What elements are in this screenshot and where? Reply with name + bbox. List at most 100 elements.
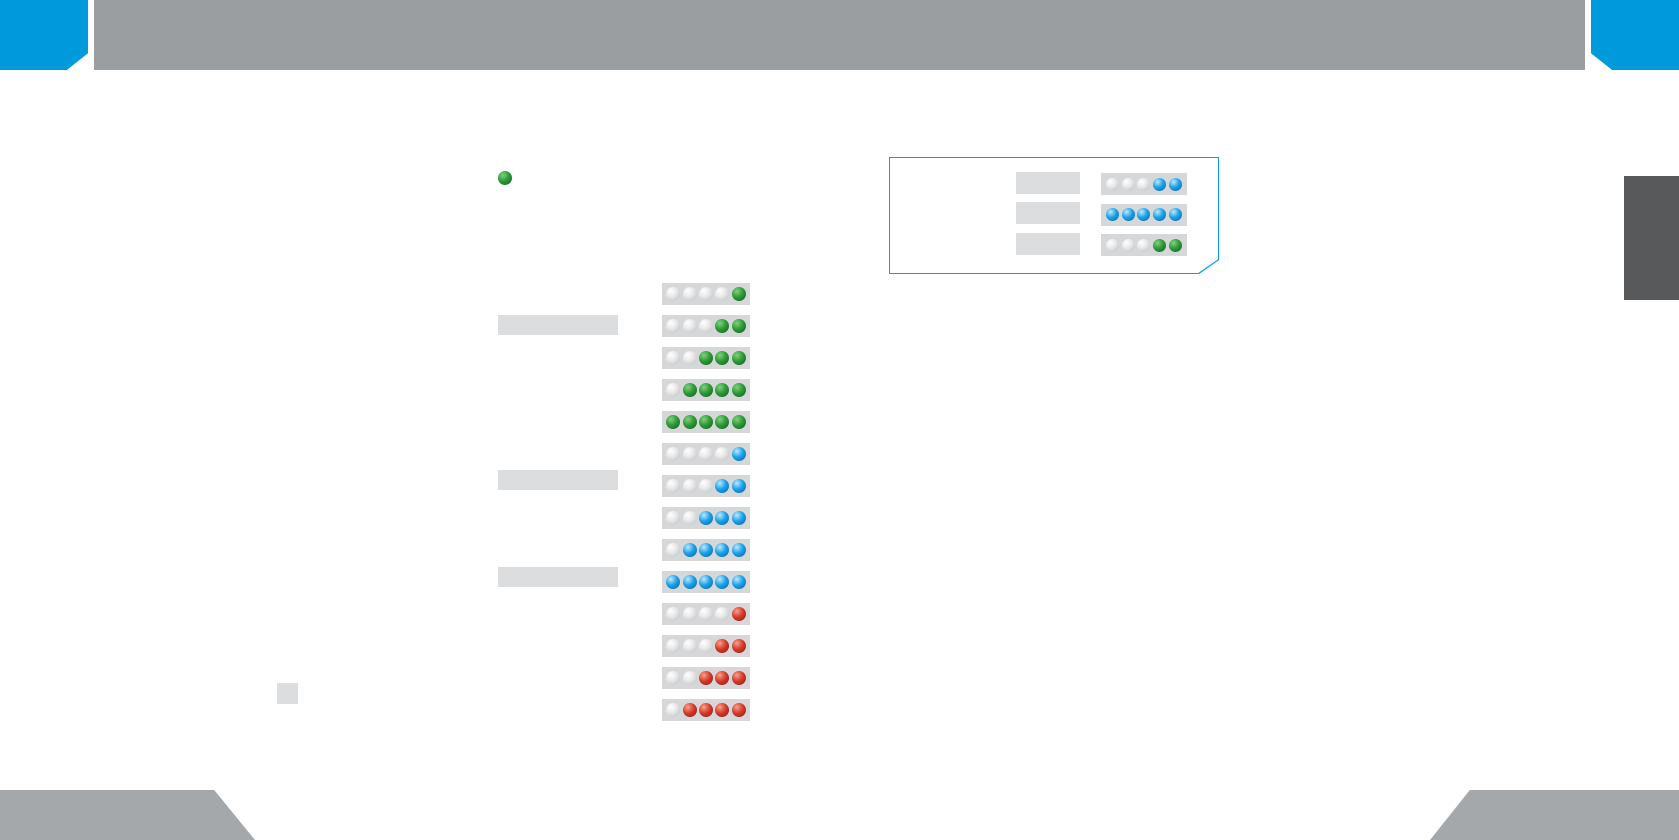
off-led-icon <box>698 447 713 461</box>
off-led-icon <box>715 447 730 461</box>
green-led-icon <box>715 351 730 365</box>
led-strip-green-5 <box>662 411 750 433</box>
led-strip-blue-2 <box>662 475 750 497</box>
blue-led-icon <box>715 575 730 589</box>
blue-led-icon <box>1105 208 1119 221</box>
off-led-icon <box>1137 177 1151 191</box>
green-led-icon <box>1169 238 1183 252</box>
green-led-icon <box>1153 238 1167 252</box>
led-strip-blue-4 <box>662 539 750 561</box>
green-led-icon <box>682 415 697 429</box>
off-led-icon <box>666 671 681 685</box>
blue-led-icon <box>682 543 697 557</box>
off-led-icon <box>698 639 713 653</box>
green-led-icon <box>698 415 713 429</box>
blue-led-icon <box>731 479 746 493</box>
header-corner-tab-left <box>0 0 88 70</box>
note-square <box>277 683 298 704</box>
red-led-icon <box>731 607 746 621</box>
green-led-icon <box>498 171 512 185</box>
green-led-icon <box>731 383 746 397</box>
off-led-icon <box>666 287 681 301</box>
red-led-icon <box>715 703 730 717</box>
led-strip-red-3 <box>662 667 750 689</box>
red-led-icon <box>682 703 697 717</box>
off-led-icon <box>1121 177 1135 191</box>
off-led-icon <box>666 479 681 493</box>
off-led-icon <box>682 351 697 365</box>
off-led-icon <box>682 447 697 461</box>
green-led-icon <box>731 319 746 333</box>
off-led-icon <box>666 511 681 525</box>
led-strip-green-3 <box>662 347 750 369</box>
label-bar-blue-group <box>498 470 618 490</box>
footer-shape-left <box>0 790 255 840</box>
blue-led-icon <box>715 511 730 525</box>
off-led-icon <box>682 319 697 333</box>
off-led-icon <box>666 351 681 365</box>
off-led-icon <box>666 447 681 461</box>
led-strip-red-1 <box>662 603 750 625</box>
green-led-icon <box>731 351 746 365</box>
green-led-icon <box>715 415 730 429</box>
info-label-bar-3 <box>1016 233 1080 255</box>
label-bar-green-group <box>498 315 618 335</box>
green-led-icon <box>698 383 713 397</box>
blue-led-icon <box>698 575 713 589</box>
header-corner-tab-right <box>1591 0 1679 70</box>
green-led-icon <box>698 351 713 365</box>
green-led-icon <box>715 319 730 333</box>
blue-led-icon <box>698 511 713 525</box>
led-strip-green-2 <box>1101 234 1187 256</box>
off-led-icon <box>698 479 713 493</box>
blue-led-icon <box>1137 208 1151 221</box>
red-led-icon <box>698 703 713 717</box>
blue-led-icon <box>731 575 746 589</box>
blue-led-icon <box>1169 177 1183 191</box>
section-thumb-tab <box>1624 176 1679 300</box>
header-bar <box>94 0 1585 70</box>
off-led-icon <box>715 287 730 301</box>
blue-led-icon <box>682 575 697 589</box>
off-led-icon <box>666 607 681 621</box>
green-led-icon <box>682 383 697 397</box>
info-label-bar-2 <box>1016 202 1080 224</box>
blue-led-icon <box>666 575 681 589</box>
led-strip-green-1 <box>662 283 750 305</box>
off-led-icon <box>1137 238 1151 252</box>
off-led-icon <box>682 671 697 685</box>
off-led-icon <box>682 479 697 493</box>
led-strip-green-2 <box>662 315 750 337</box>
off-led-icon <box>698 287 713 301</box>
off-led-icon <box>698 607 713 621</box>
led-strip-blue-1 <box>662 443 750 465</box>
off-led-icon <box>666 319 681 333</box>
blue-led-icon <box>731 543 746 557</box>
blue-led-icon <box>1169 208 1183 221</box>
green-led-icon <box>731 287 746 301</box>
off-led-icon <box>666 639 681 653</box>
green-led-icon <box>666 415 681 429</box>
green-led-icon <box>731 415 746 429</box>
blue-led-icon <box>715 479 730 493</box>
off-led-icon <box>666 543 681 557</box>
off-led-icon <box>666 383 681 397</box>
off-led-icon <box>682 607 697 621</box>
led-strip-blue-2 <box>1101 173 1187 195</box>
red-led-icon <box>731 639 746 653</box>
off-led-icon <box>682 511 697 525</box>
blue-led-icon <box>1153 208 1167 221</box>
off-led-icon <box>682 287 697 301</box>
off-led-icon <box>715 607 730 621</box>
blue-led-icon <box>731 447 746 461</box>
footer-shape-right <box>1430 790 1679 840</box>
red-led-icon <box>715 671 730 685</box>
off-led-icon <box>1105 238 1119 252</box>
label-bar-blue-group-2 <box>498 567 618 587</box>
led-strip-red-2 <box>662 635 750 657</box>
red-led-icon <box>715 639 730 653</box>
red-led-icon <box>698 671 713 685</box>
led-strip-blue-3 <box>662 507 750 529</box>
red-led-icon <box>731 703 746 717</box>
green-led-icon <box>715 383 730 397</box>
